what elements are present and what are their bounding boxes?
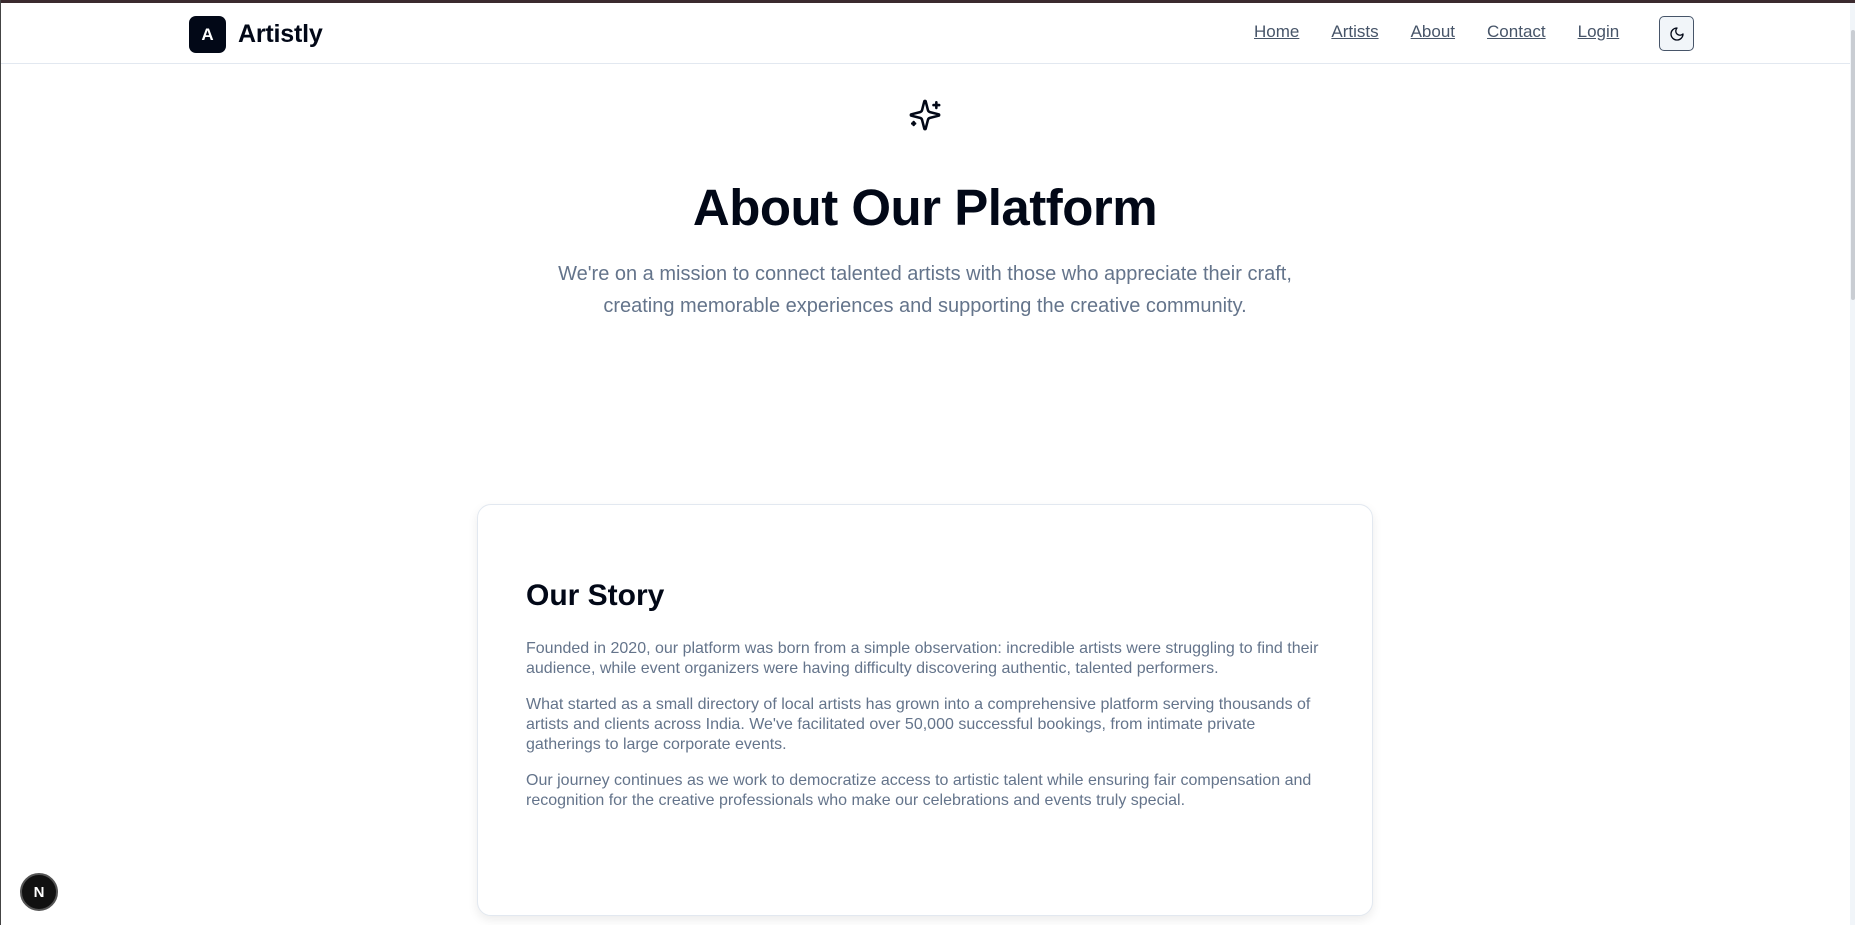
navbar: A Artistly Home Artists About Contact Lo… (1, 3, 1850, 64)
story-title: Our Story (526, 579, 665, 612)
moon-icon (1669, 26, 1684, 41)
story-body: Founded in 2020, our platform was born f… (526, 639, 1326, 827)
scrollbar-thumb[interactable] (1851, 30, 1855, 300)
theme-toggle-button[interactable] (1659, 16, 1694, 51)
page-subtitle: We're on a mission to connect talented a… (558, 263, 1292, 317)
window-left-border (0, 0, 1, 925)
nav-link-login[interactable]: Login (1578, 22, 1620, 42)
nav-link-artists[interactable]: Artists (1331, 22, 1378, 42)
brand-name: Artistly (238, 20, 323, 48)
brand-logo: A (189, 16, 226, 53)
story-paragraph: Our journey continues as we work to demo… (526, 772, 1312, 809)
story-paragraph: What started as a small directory of loc… (526, 696, 1311, 753)
nav-link-contact[interactable]: Contact (1487, 22, 1546, 42)
nextjs-dev-indicator-button[interactable]: N (20, 873, 58, 911)
sparkles-icon (909, 99, 941, 131)
story-paragraph: Founded in 2020, our platform was born f… (526, 640, 1319, 677)
nav-links: Home Artists About Contact Login (1254, 22, 1619, 42)
page-title: About Our Platform (692, 179, 1158, 236)
nav-link-home[interactable]: Home (1254, 22, 1299, 42)
nav-link-about[interactable]: About (1411, 22, 1455, 42)
our-story-card: Our Story Founded in 2020, our platform … (477, 504, 1373, 916)
brand[interactable]: A Artistly (189, 16, 323, 53)
